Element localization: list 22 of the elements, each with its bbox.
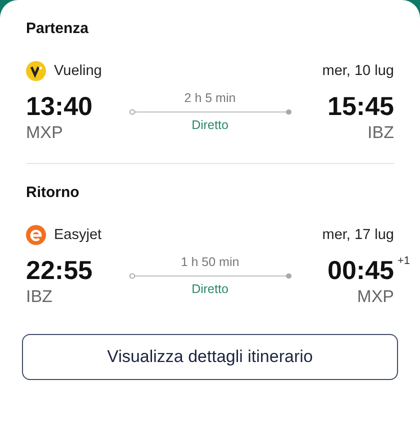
section-title: Partenza [26, 20, 89, 37]
departure-time: 22:55 [26, 255, 92, 285]
airport-code: MXP [26, 123, 63, 143]
airline-name: Easyjet [54, 227, 103, 243]
flight-duration: 2 h 5 min [184, 91, 236, 105]
itinerary-details-button[interactable]: Visualizza dettagli itinerario [22, 334, 398, 380]
day-offset: +1 [397, 255, 410, 267]
airline-name: Vueling [54, 63, 103, 79]
airport-code: MXP [357, 287, 394, 307]
flight-date: mer, 17 lug [322, 227, 394, 243]
airline-logo-icon [26, 225, 46, 245]
section-title: Ritorno [26, 184, 80, 201]
stops-label: Diretto [192, 118, 228, 132]
airport-code: IBZ [26, 287, 52, 307]
arrival-time: 00:45 [328, 255, 394, 285]
airport-code: IBZ [368, 123, 394, 143]
stops-label: Diretto [192, 282, 228, 296]
flight-date: mer, 10 lug [322, 63, 394, 79]
departure-time: 13:40 [26, 91, 92, 121]
arrival-time: 15:45 [328, 91, 394, 121]
flight-duration: 1 h 50 min [180, 255, 240, 269]
airline-logo-icon [26, 61, 46, 81]
